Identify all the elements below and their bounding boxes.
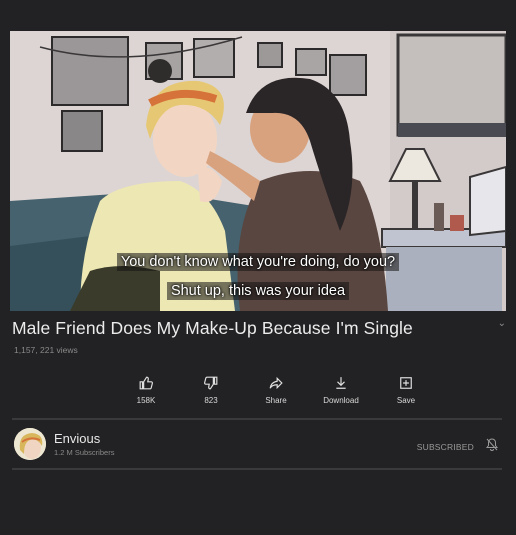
download-label: Download: [323, 396, 359, 405]
channel-avatar[interactable]: [14, 428, 46, 460]
video-title: Male Friend Does My Make-Up Because I'm …: [12, 318, 413, 338]
save-icon: [400, 377, 412, 389]
notification-bell-icon[interactable]: [486, 438, 498, 456]
share-label: Share: [265, 396, 287, 405]
divider: [12, 468, 502, 470]
download-icon: [336, 377, 346, 389]
thumbs-down-icon: [204, 376, 218, 390]
download-button[interactable]: Download: [315, 376, 367, 416]
action-bar: 158K 823 Share Download Save: [120, 376, 432, 416]
thumbs-up-icon: [139, 376, 153, 390]
like-count: 158K: [136, 396, 156, 405]
like-button[interactable]: 158K: [120, 376, 172, 416]
subtitle-line-1: You don't know what you're doing, do you…: [10, 253, 506, 271]
dislike-button[interactable]: 823: [185, 376, 237, 416]
share-icon: [269, 376, 283, 390]
divider: [12, 418, 502, 420]
subscribed-button[interactable]: SUBSCRIBED: [417, 442, 474, 452]
expand-description-icon[interactable]: ⌄: [498, 318, 506, 329]
video-player[interactable]: You don't know what you're doing, do you…: [10, 31, 506, 311]
save-button[interactable]: Save: [380, 376, 432, 416]
save-label: Save: [396, 396, 416, 405]
subtitle-line-2: Shut up, this was your idea: [10, 282, 506, 300]
channel-name[interactable]: Envious: [54, 431, 100, 446]
view-count: 1,157, 221 views: [14, 345, 78, 355]
avatar-image: [14, 428, 46, 460]
subscriber-count: 1.2 M Subscribers: [54, 448, 115, 457]
dislike-count: 823: [204, 396, 218, 405]
share-button[interactable]: Share: [250, 376, 302, 416]
